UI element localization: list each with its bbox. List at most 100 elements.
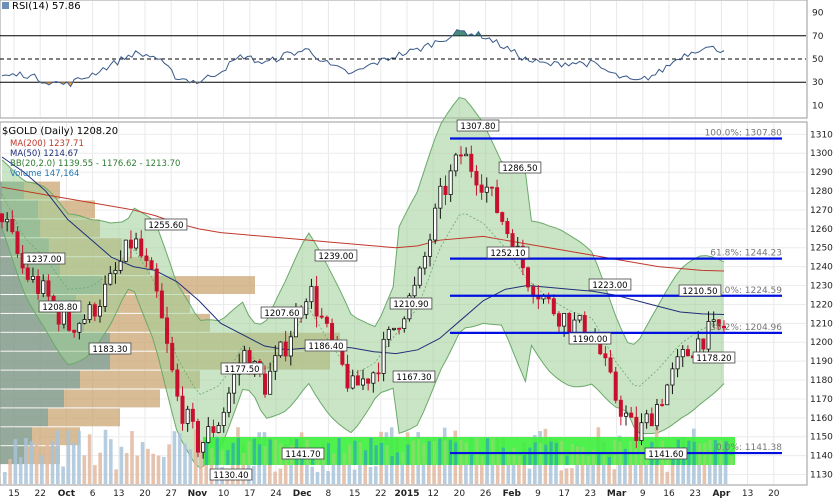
candle-body [711, 319, 716, 322]
callout-label: 1255.60 [148, 221, 183, 231]
rsi-legend-icon [2, 2, 9, 9]
volume-bar [77, 430, 81, 484]
volume-strip-bar [491, 437, 495, 465]
volume-bar [82, 455, 87, 484]
volume-strip-bar [401, 451, 405, 465]
volume-bar [156, 455, 161, 484]
candle-body [489, 186, 494, 189]
candle-body [474, 170, 479, 186]
volume-strip-bar [586, 455, 590, 465]
legend-volume: Volume 147,164 [10, 169, 79, 179]
price-tick-label: 1210 [810, 319, 833, 329]
volume-strip-bar [332, 453, 336, 465]
candle-body [458, 154, 463, 157]
price-tick-label: 1190 [810, 357, 833, 367]
volume-bar [3, 471, 7, 484]
candle-body [448, 170, 453, 195]
volume-bar [374, 466, 378, 484]
volume-strip-bar [252, 438, 256, 465]
volume-bar [564, 468, 569, 484]
candle-body [165, 317, 170, 344]
x-tick-label: 26 [480, 489, 492, 499]
stock-chart: 100.0%: 1307.8061.8%: 1244.2350.0%: 1224… [0, 0, 833, 499]
candle-body [108, 273, 113, 285]
candle-body [634, 416, 639, 441]
legend-bb: BB(20,2.0) 1139.55 - 1176.62 - 1213.70 [10, 159, 180, 169]
volume-bar [98, 452, 102, 484]
volume-strip-bar [385, 445, 389, 465]
volume-strip-bar [432, 440, 437, 465]
x-tick-label: Oct [58, 489, 76, 499]
price-tick-label: 1180 [810, 376, 833, 386]
volume-bar [437, 463, 442, 484]
candle-body [371, 372, 376, 384]
volume-strip-bar [353, 440, 357, 465]
volume-bar [66, 430, 71, 484]
price-tick-label: 1150 [810, 433, 833, 443]
candle-body [206, 426, 211, 443]
volume-strip-bar [263, 446, 267, 465]
volume-bar [146, 448, 150, 484]
x-tick-label: 2015 [394, 489, 419, 499]
volume-bar [93, 465, 97, 484]
rsi-tick-label: 10 [812, 101, 824, 111]
volume-strip-bar [729, 456, 733, 465]
x-tick-label: 8 [326, 489, 332, 499]
candle-body [629, 412, 634, 418]
volume-strip-bar [512, 447, 516, 465]
volume-strip-bar [390, 456, 394, 465]
volume-strip-bar [507, 454, 511, 465]
volume-bar [114, 469, 118, 484]
candle-body [263, 373, 268, 395]
volume-strip-bar [247, 441, 251, 465]
volume-profile-bar-up [0, 408, 48, 427]
callout-label: 1141.60 [648, 450, 683, 460]
candle-body [484, 186, 489, 193]
volume-bar [315, 471, 320, 484]
candle-body [701, 338, 706, 350]
candle-body [618, 399, 623, 417]
candle-body [149, 260, 154, 270]
candle-body [376, 372, 381, 375]
candle-body [128, 239, 133, 249]
price-title: $GOLD (Daily) 1208.20 [2, 126, 118, 137]
candle-body [77, 322, 82, 333]
volume-strip-bar [544, 444, 548, 465]
candle-body [551, 298, 556, 315]
candle-body [319, 315, 324, 318]
candle-body [10, 218, 15, 233]
rsi-legend: RSI(14) 57.86 [2, 1, 81, 12]
candle-body [216, 425, 221, 433]
volume-strip-bar [597, 452, 601, 465]
candle-body [41, 280, 46, 294]
volume-bar [50, 441, 55, 484]
candle-body [314, 286, 319, 317]
rsi-tick-label: 70 [812, 32, 824, 42]
volume-strip-bar [438, 438, 442, 465]
x-tick-label: Mar [607, 489, 627, 499]
volume-strip-bar [581, 447, 585, 465]
candle-body [309, 286, 314, 303]
volume-strip-bar [215, 437, 219, 465]
candle-body [613, 371, 618, 401]
volume-bar [368, 467, 373, 484]
price-tick-label: 1310 [810, 130, 833, 140]
volume-bar [13, 439, 18, 484]
volume-strip-bar [570, 444, 574, 465]
volume-strip-bar [242, 452, 246, 465]
rsi-tick-label: 50 [812, 55, 824, 65]
volume-bar [326, 471, 330, 484]
volume-bar [45, 440, 49, 484]
candle-body [139, 238, 144, 257]
candle-body [360, 378, 365, 386]
candle-body [180, 395, 185, 424]
candle-body [15, 231, 20, 254]
candle-body [195, 421, 200, 453]
candle-body [453, 154, 458, 172]
volume-strip-bar [379, 442, 384, 465]
rsi-legend-text: RSI(14) 57.86 [12, 1, 81, 12]
candle-body [665, 384, 670, 406]
candle-body [381, 338, 386, 374]
candle-body [386, 329, 391, 340]
volume-strip-bar [231, 442, 235, 465]
